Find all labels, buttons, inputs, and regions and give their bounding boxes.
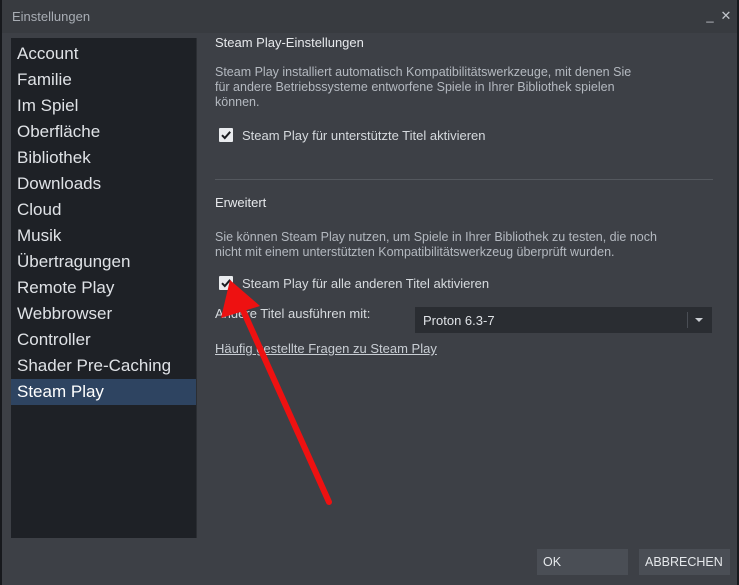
arrow-shaft — [239, 305, 332, 505]
annotation-arrow-icon — [221, 280, 332, 505]
settings-window: Einstellungen _ ✕ Account Familie Im Spi… — [2, 0, 737, 585]
arrow-head — [221, 280, 260, 318]
